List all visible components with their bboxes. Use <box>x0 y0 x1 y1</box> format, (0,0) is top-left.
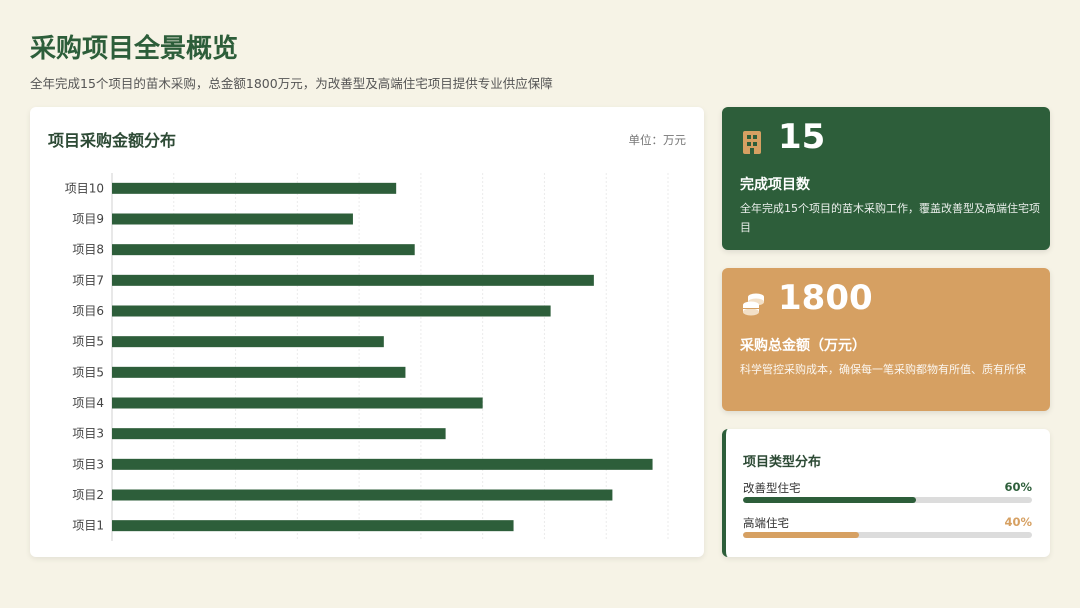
type-percent: 60% <box>1004 480 1032 494</box>
progress-fill <box>743 497 917 503</box>
chart-card: 项目采购金额分布 单位：万元 项目1 项目2 项目3 项目3 项目4 项目5 项目5 项目6 项… <box>30 107 704 557</box>
type-name: 改善型住宅 <box>743 481 801 495</box>
type-row-improved-housing: 改善型住宅 60% <box>743 480 1032 503</box>
page-subtitle: 全年完成15个项目的苗木采购，总金额1800万元，为改善型及高端住宅项目提供专业… <box>30 76 553 91</box>
category-label: 项目4 <box>72 396 104 410</box>
bar <box>112 244 415 256</box>
type-distribution-title: 项目类型分布 <box>743 455 822 470</box>
building-icon <box>743 131 761 154</box>
category-label: 项目3 <box>72 457 104 471</box>
coins-icon <box>743 293 764 316</box>
stat-desc-amount: 科学管控采购成本，确保每一笔采购都物有所值、质有所保 <box>740 363 1026 376</box>
stat-number-amount: 1800 <box>778 278 873 318</box>
bar <box>112 213 353 225</box>
stat-label-amount: 采购总金额（万元） <box>740 338 866 354</box>
category-label: 项目9 <box>72 212 104 226</box>
category-label: 项目2 <box>72 488 104 502</box>
type-distribution-card: 项目类型分布 改善型住宅 60% 高端住宅 40% <box>722 429 1050 557</box>
stat-card-projects: 15 完成项目数 全年完成15个项目的苗木采购工作，覆盖改善型及高端住宅项目 <box>722 107 1050 250</box>
bar <box>112 274 594 286</box>
bar <box>112 366 406 378</box>
stat-label-projects: 完成项目数 <box>740 177 810 193</box>
progress-track <box>743 532 1032 538</box>
bar <box>112 458 653 470</box>
page-title: 采购项目全景概览 <box>30 34 239 64</box>
bar <box>112 428 446 440</box>
bar <box>112 520 514 532</box>
category-label: 项目3 <box>72 427 104 441</box>
bar-chart: 项目1 项目2 项目3 项目3 项目4 项目5 项目5 项目6 项目7 项目8 项目9 项目10 <box>65 173 669 541</box>
type-row-luxury-housing: 高端住宅 40% <box>743 515 1032 538</box>
category-label: 项目10 <box>65 181 104 195</box>
bar <box>112 397 483 409</box>
category-label: 项目5 <box>72 365 104 379</box>
bar <box>112 182 397 194</box>
progress-track <box>743 497 1032 503</box>
bar <box>112 489 613 501</box>
progress-fill <box>743 532 859 538</box>
stat-number-projects: 15 <box>778 117 826 157</box>
category-label: 项目1 <box>72 519 104 533</box>
category-label: 项目5 <box>72 335 104 349</box>
category-label: 项目7 <box>72 273 104 287</box>
category-label: 项目8 <box>72 243 104 257</box>
type-percent: 40% <box>1004 515 1032 529</box>
stat-desc-projects: 全年完成15个项目的苗木采购工作，覆盖改善型及高端住宅项目 <box>740 202 1040 234</box>
stat-card-amount: 1800 采购总金额（万元） 科学管控采购成本，确保每一笔采购都物有所值、质有所… <box>722 268 1050 411</box>
type-name: 高端住宅 <box>743 516 789 530</box>
bar <box>112 336 384 348</box>
bar <box>112 305 551 317</box>
category-label: 项目6 <box>72 304 104 318</box>
